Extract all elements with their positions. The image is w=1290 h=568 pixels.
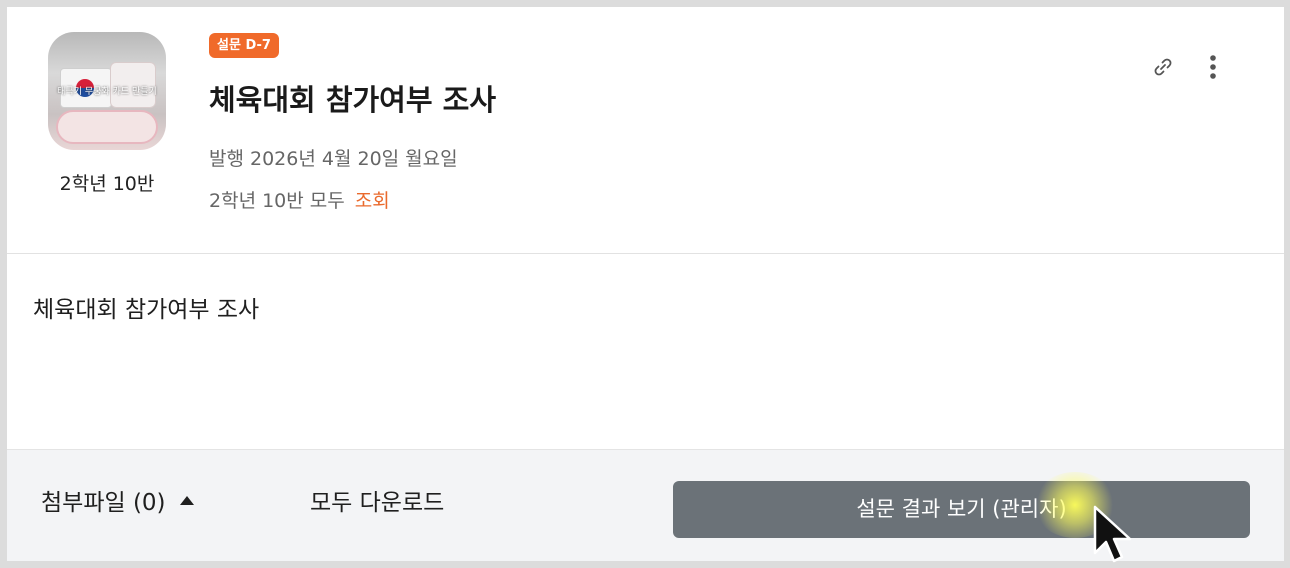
audience-text: 2학년 10반 모두: [209, 190, 345, 212]
survey-deadline-badge: 설문 D-7: [209, 33, 279, 58]
survey-results-button[interactable]: 설문 결과 보기 (관리자): [673, 481, 1250, 538]
class-thumbnail[interactable]: 태극기 무궁화 카드 만들기: [48, 32, 166, 150]
caret-up-icon: [179, 496, 194, 505]
post-card: 태극기 무궁화 카드 만들기 2학년 10반 설문 D-7 체육대회 참가여부 …: [7, 7, 1284, 561]
attachments-toggle[interactable]: 첨부파일 (0): [41, 483, 194, 517]
more-vertical-icon[interactable]: [1205, 51, 1221, 83]
publish-date: 발행 2026년 4월 20일 월요일: [209, 148, 458, 170]
link-icon[interactable]: [1151, 55, 1175, 79]
class-name: 2학년 10반: [59, 173, 155, 195]
post-title: 체육대회 참가여부 조사: [209, 83, 496, 117]
download-all-button[interactable]: 모두 다운로드: [310, 483, 444, 517]
post-footer: 첨부파일 (0) 모두 다운로드 설문 결과 보기 (관리자): [7, 449, 1284, 561]
hands-image: [56, 110, 158, 144]
view-link[interactable]: 조회: [355, 190, 390, 212]
thumbnail-caption: 태극기 무궁화 카드 만들기: [57, 87, 157, 97]
post-body: 체육대회 참가여부 조사: [33, 297, 260, 323]
post-header: 태극기 무궁화 카드 만들기 2학년 10반 설문 D-7 체육대회 참가여부 …: [7, 7, 1284, 253]
attachments-label: 첨부파일 (0): [41, 490, 166, 516]
audience-line: 2학년 10반 모두 조회: [209, 186, 390, 213]
header-divider: [7, 253, 1284, 254]
